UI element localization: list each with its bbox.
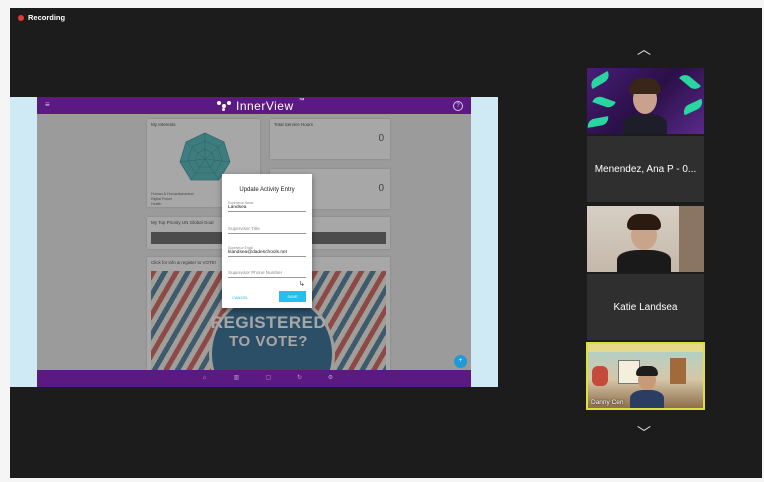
supervisor-name-field[interactable]: Supervisor Name Landsea [228,201,306,212]
app-bar: ≡ InnerView ™ ? [37,97,471,114]
add-activity-button[interactable]: + [454,355,467,368]
supervisor-phone-placeholder[interactable]: Supervisor Phone Number [228,269,306,277]
participant-video-2[interactable] [587,206,704,272]
nav-home-icon[interactable]: ⌂ [201,375,208,382]
participant-name: Danny Cen [591,399,624,406]
text-cursor-icon: ↳ [299,281,305,288]
nav-stats-icon[interactable]: ▥ [233,375,240,382]
menu-icon[interactable]: ≡ [45,101,52,109]
help-icon[interactable]: ? [453,101,463,111]
participant-name: Katie Landsea [613,301,678,313]
participant-video-menendez[interactable] [587,68,704,134]
participant-name-tile[interactable]: Katie Landsea [587,274,704,340]
cancel-button[interactable]: CANCEL [232,295,248,300]
chevron-down-icon[interactable]: ﹀ [637,426,651,440]
recording-dot-icon [18,14,24,21]
chevron-up-icon[interactable]: ︿ [637,42,651,56]
participant-name-tile[interactable]: Menendez, Ana P - 0... [587,136,704,202]
nav-settings-icon[interactable]: ⚙ [327,375,334,382]
supervisor-email-field[interactable]: Supervisor Email klandsea@dadeschools.ne… [228,246,306,257]
recording-indicator: Recording [18,13,65,22]
brand: InnerView ™ [217,98,305,113]
supervisor-title-placeholder[interactable]: Supervisor Title [228,225,306,233]
update-activity-dialog: Update Activity Entry Supervisor Name La… [222,174,312,308]
trademark: ™ [298,98,306,104]
dialog-title: Update Activity Entry [239,187,295,193]
nav-calendar-icon[interactable]: ▢ [265,375,272,382]
supervisor-title-field[interactable]: Supervisor Title [228,225,306,234]
supervisor-email-value[interactable]: klandsea@dadeschools.net [228,250,306,256]
meeting-window: Recording ≡ InnerView ™ ? My Interests H… [10,8,762,478]
supervisor-name-value[interactable]: Landsea [228,205,306,211]
participant-video-active-speaker[interactable]: Danny Cen [586,342,705,410]
innerview-logo-icon [217,100,231,111]
nav-history-icon[interactable]: ↻ [296,375,303,382]
recording-label: Recording [28,13,66,22]
supervisor-phone-field[interactable]: Supervisor Phone Number [228,269,306,278]
save-button[interactable]: SAVE [279,291,306,302]
bottom-nav: ⌂ ▥ ▢ ↻ ⚙ [37,370,471,387]
participant-name: Menendez, Ana P - 0... [594,163,697,175]
brand-name: InnerView [236,98,294,113]
